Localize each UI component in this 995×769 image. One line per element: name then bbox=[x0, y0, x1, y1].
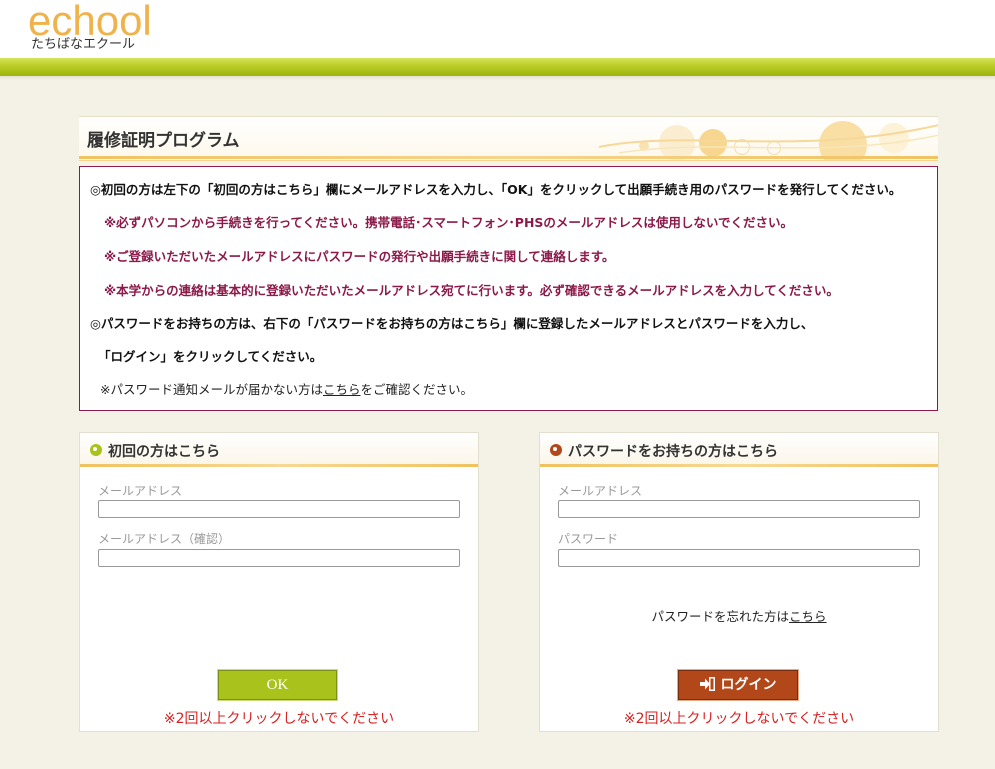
notice-line: ◎初回の方は左下の「初回の方はこちら」欄にメールアドレスを入力し、「OK」をクリ… bbox=[90, 182, 902, 197]
resend-prefix: ※パスワード通知メールが届かない方は bbox=[100, 382, 323, 397]
notice-line: ◎パスワードをお持ちの方は、右下の「パスワードをお持ちの方はこちら」欄に登録した… bbox=[90, 316, 814, 331]
login-label: ログイン bbox=[720, 677, 777, 693]
returning-underline bbox=[540, 464, 938, 467]
login-button[interactable]: ログイン bbox=[677, 669, 799, 701]
double-click-warning: ※2回以上クリックしないでください bbox=[623, 711, 855, 727]
notice-line: ※本学からの連絡は基本的に登録いただいたメールアドレス宛てに行います。必ず確認で… bbox=[104, 283, 839, 298]
ok-button[interactable]: OK bbox=[217, 669, 338, 701]
email-confirm-field[interactable] bbox=[98, 549, 460, 567]
double-click-warning: ※2回以上クリックしないでください bbox=[163, 711, 395, 727]
header-bar bbox=[0, 58, 995, 80]
notice-line: 「ログイン」をクリックしてください。 bbox=[98, 349, 323, 364]
login-email-label: メールアドレス bbox=[558, 484, 643, 498]
notice-line-resend: ※パスワード通知メールが届かない方はこちらをご確認ください。 bbox=[100, 382, 473, 398]
notice-line: ※必ずパソコンから手続きを行ってください。携帯電話･スマートフォン･PHSのメー… bbox=[104, 215, 794, 230]
notice-line: ※ご登録いただいたメールアドレスにパスワードの発行や出願手続きに関して連絡します… bbox=[104, 249, 615, 264]
forgot-prefix: パスワードを忘れた方は bbox=[651, 609, 789, 624]
first-time-header: 初回の方はこちら bbox=[80, 433, 478, 465]
resend-link[interactable]: こちら bbox=[323, 382, 361, 397]
title-underline bbox=[79, 156, 938, 159]
returning-heading: パスワードをお持ちの方はこちら bbox=[568, 444, 778, 460]
email-confirm-label: メールアドレス（確認） bbox=[98, 532, 231, 546]
resend-suffix: をご確認ください。 bbox=[360, 382, 474, 397]
site-header: echool たちばなエクール bbox=[0, 0, 995, 58]
circle-bullet-icon bbox=[550, 444, 562, 456]
returning-panel: パスワードをお持ちの方はこちら メールアドレス パスワード パスワードを忘れた方… bbox=[539, 432, 939, 732]
first-time-panel: 初回の方はこちら メールアドレス メールアドレス（確認） OK ※2回以上クリッ… bbox=[79, 432, 479, 732]
title-underline-thin bbox=[79, 160, 938, 161]
logo-subtitle: たちばなエクール bbox=[31, 37, 136, 52]
password-field[interactable] bbox=[558, 549, 920, 567]
login-email-field[interactable] bbox=[558, 500, 920, 518]
returning-header: パスワードをお持ちの方はこちら bbox=[540, 433, 938, 465]
title-panel: 履修証明プログラム bbox=[79, 116, 938, 161]
email-field[interactable] bbox=[98, 500, 460, 518]
page-title: 履修証明プログラム bbox=[87, 131, 240, 151]
login-arrow-icon bbox=[699, 677, 715, 691]
circle-bullet-icon bbox=[90, 444, 102, 456]
notice-box: ◎初回の方は左下の「初回の方はこちら」欄にメールアドレスを入力し、「OK」をクリ… bbox=[79, 166, 938, 411]
forgot-password-link[interactable]: こちら bbox=[789, 609, 827, 624]
first-time-underline bbox=[80, 464, 478, 467]
password-label: パスワード bbox=[558, 532, 619, 546]
first-time-heading: 初回の方はこちら bbox=[108, 444, 220, 460]
forgot-password: パスワードを忘れた方はこちら bbox=[540, 606, 938, 625]
decoration-swoosh bbox=[599, 124, 938, 154]
email-label: メールアドレス bbox=[98, 484, 183, 498]
